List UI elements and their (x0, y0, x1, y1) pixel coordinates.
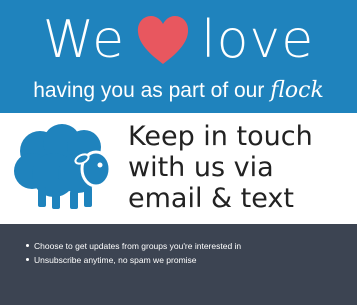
signup-heading-line: email & text (128, 183, 294, 214)
signup-heading-line: Keep in touch (128, 121, 313, 152)
headline: We love (0, 8, 357, 72)
welcome-banner: We love having you as part of our flock (0, 0, 357, 113)
list-item: Choose to get updates from groups you're… (26, 239, 356, 253)
signup-heading: Keep in touch with us via email & text (128, 121, 354, 214)
heart-icon (135, 14, 191, 66)
banner-subline: having you as part of our flock (0, 78, 357, 103)
benefits-footer: Choose to get updates from groups you're… (0, 224, 357, 305)
headline-love: love (201, 10, 315, 70)
list-item: Unsubscribe anytime, no spam we promise (26, 253, 356, 267)
signup-section: Keep in touch with us via email & text (0, 113, 357, 224)
headline-we: We (42, 10, 126, 70)
sheep-icon (10, 121, 120, 211)
signup-heading-line: with us via (128, 152, 274, 183)
subline-text: having you as part of our (33, 79, 265, 102)
benefits-list: Choose to get updates from groups you're… (26, 239, 356, 267)
subline-flock: flock (270, 78, 324, 103)
